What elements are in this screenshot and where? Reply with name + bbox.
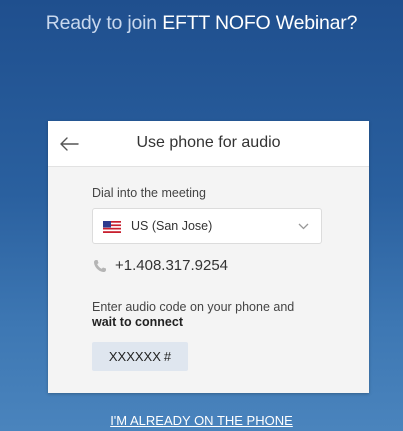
phone-number: +1.408.317.9254 bbox=[115, 257, 229, 274]
audio-code: XXXXXX bbox=[108, 349, 161, 364]
instruction-text: Enter audio code on your phone and bbox=[92, 300, 295, 314]
audio-code-box: XXXXXX # bbox=[92, 342, 188, 371]
audio-code-instruction: Enter audio code on your phone and wait … bbox=[92, 300, 352, 330]
phone-icon bbox=[94, 260, 106, 272]
selected-country: US (San Jose) bbox=[131, 219, 213, 233]
phone-audio-card: Use phone for audio Dial into the meetin… bbox=[48, 121, 369, 393]
heading-lead: Ready to join bbox=[45, 12, 157, 34]
audio-code-suffix: # bbox=[163, 349, 172, 364]
page-heading: Ready to join EFTT NOFO Webinar? bbox=[0, 12, 403, 35]
instruction-bold-text: wait to connect bbox=[92, 315, 183, 329]
card-title: Use phone for audio bbox=[136, 134, 281, 151]
meeting-name: EFTT NOFO Webinar? bbox=[162, 12, 358, 34]
dial-in-label: Dial into the meeting bbox=[92, 186, 206, 200]
card-header: Use phone for audio bbox=[48, 121, 369, 167]
already-on-phone-link[interactable]: I'M ALREADY ON THE PHONE bbox=[0, 413, 403, 428]
us-flag-icon bbox=[103, 221, 121, 233]
chevron-down-icon bbox=[298, 223, 309, 230]
country-select[interactable]: US (San Jose) bbox=[92, 208, 322, 244]
